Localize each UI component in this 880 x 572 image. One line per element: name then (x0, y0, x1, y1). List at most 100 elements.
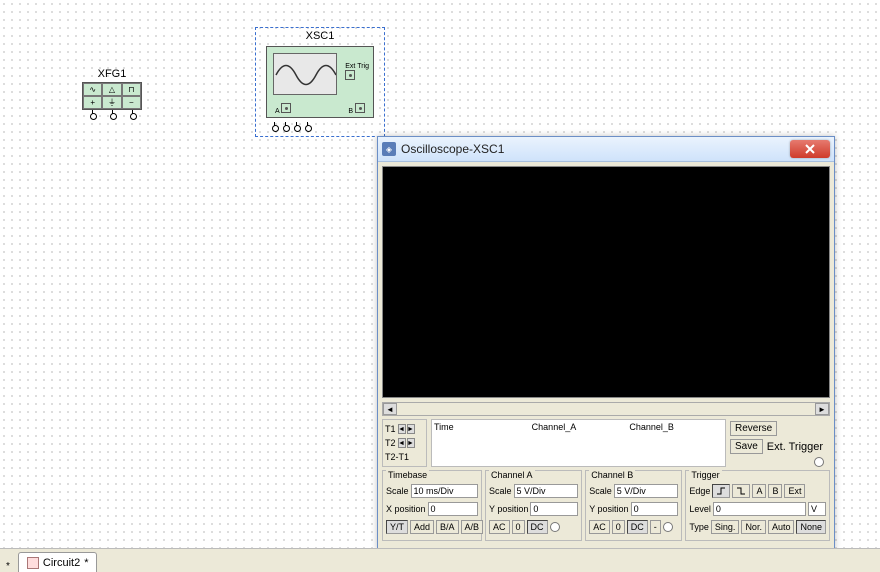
col-time: Time (432, 420, 530, 466)
xfg-pin-3[interactable] (132, 110, 133, 116)
cha-0-button[interactable]: 0 (512, 520, 525, 534)
port-b-label: B (348, 108, 353, 115)
circuit-tab-icon (27, 557, 39, 569)
chb-scale-label: Scale (589, 486, 612, 496)
xfg-neg-icon: − (122, 96, 141, 109)
close-button[interactable] (790, 140, 830, 158)
xfg-pin-2[interactable] (112, 110, 113, 116)
chb-ypos-label: Y position (589, 504, 628, 514)
tb-ba-button[interactable]: B/A (436, 520, 459, 534)
xsc-pin-a2[interactable] (285, 122, 286, 128)
xsc-pin-b1[interactable] (296, 122, 297, 128)
t1-left-button[interactable]: ◄ (398, 424, 406, 434)
tb-scale-field[interactable]: 10 ms/Div (411, 484, 478, 498)
t1-right-button[interactable]: ► (407, 424, 415, 434)
cha-scale-field[interactable]: 5 V/Div (514, 484, 579, 498)
xsc-pin-a1[interactable] (274, 122, 275, 128)
tb-xpos-field[interactable]: 0 (428, 502, 478, 516)
xfg-square-icon: ⊓ (122, 83, 141, 96)
edge-falling-button[interactable] (732, 484, 750, 498)
cha-scale-label: Scale (489, 486, 512, 496)
edge-rising-button[interactable] (712, 484, 730, 498)
reverse-button[interactable]: Reverse (730, 421, 777, 436)
save-button[interactable]: Save (730, 439, 763, 454)
cha-dc-button[interactable]: DC (527, 520, 548, 534)
trig-auto-button[interactable]: Auto (768, 520, 795, 534)
footer-tab-bar: * Circuit2 * (0, 548, 880, 572)
chb-ac-button[interactable]: AC (589, 520, 610, 534)
port-a-label: A (275, 108, 279, 115)
chb-radio[interactable] (663, 522, 673, 532)
trig-type-label: Type (689, 522, 709, 532)
trig-a-button[interactable]: A (752, 484, 766, 498)
component-xfg1[interactable]: XFG1 ∿ △ ⊓ + ⏚ − (82, 68, 142, 116)
xfg1-label: XFG1 (82, 68, 142, 80)
trig-level-field[interactable]: 0 (713, 502, 806, 516)
window-title: Oscilloscope-XSC1 (401, 142, 790, 156)
scroll-right-button[interactable]: ► (815, 403, 829, 415)
trig-ext-button[interactable]: Ext (784, 484, 805, 498)
trig-level-label: Level (689, 504, 711, 514)
xfg1-body[interactable]: ∿ △ ⊓ + ⏚ − (82, 82, 142, 110)
t1-label: T1 (385, 424, 396, 434)
titlebar[interactable]: ◈ Oscilloscope-XSC1 (378, 137, 834, 162)
trig-sing-button[interactable]: Sing. (711, 520, 740, 534)
timebase-group: Timebase Scale 10 ms/Div X position 0 Y/… (382, 470, 482, 541)
xsc1-body[interactable]: Ext Trig A B (266, 46, 374, 118)
xfg-pos-icon: + (83, 96, 102, 109)
trig-none-button[interactable]: None (796, 520, 826, 534)
ext-trig-label: Ext Trig (345, 63, 369, 70)
xsc1-screen (273, 53, 337, 95)
tb-xpos-label: X position (386, 504, 426, 514)
close-icon (805, 144, 815, 154)
ext-trigger-radio[interactable] (814, 457, 824, 467)
tab-dirty-mark-left: * (6, 561, 10, 572)
trigger-group: Trigger Edge A B Ext Level 0 V Type (685, 470, 830, 541)
chb-0-button[interactable]: 0 (612, 520, 625, 534)
value-box: Time Channel_A Channel_B (431, 419, 726, 467)
t2-right-button[interactable]: ► (407, 438, 415, 448)
horizontal-scrollbar[interactable]: ◄ ► (382, 402, 830, 416)
col-channel-b: Channel_B (627, 420, 725, 466)
timebase-title: Timebase (386, 470, 429, 480)
cha-title: Channel A (489, 470, 535, 480)
component-xsc1-selection[interactable]: XSC1 Ext Trig A B (255, 27, 385, 137)
chb-ypos-field[interactable]: 0 (631, 502, 679, 516)
cha-ypos-field[interactable]: 0 (530, 502, 578, 516)
sine-wave-icon (274, 54, 337, 95)
xfg-triangle-icon: △ (102, 83, 121, 96)
cha-ypos-label: Y position (489, 504, 528, 514)
tb-ab-button[interactable]: A/B (461, 520, 484, 534)
tb-yt-button[interactable]: Y/T (386, 520, 408, 534)
chb-minus-button[interactable]: - (650, 520, 661, 534)
cursor-box: T1 ◄ ► T2 ◄ ► T2-T1 (382, 419, 427, 467)
chb-scale-field[interactable]: 5 V/Div (614, 484, 679, 498)
chb-dc-button[interactable]: DC (627, 520, 648, 534)
controls-row: Timebase Scale 10 ms/Div X position 0 Y/… (382, 470, 830, 541)
t2-left-button[interactable]: ◄ (398, 438, 406, 448)
tab-circuit2[interactable]: Circuit2 * (18, 552, 98, 572)
t2t1-label: T2-T1 (385, 452, 409, 462)
cha-ac-button[interactable]: AC (489, 520, 510, 534)
tab-label: Circuit2 (43, 557, 80, 569)
oscilloscope-window[interactable]: ◈ Oscilloscope-XSC1 ◄ ► T1 ◄ ► T2 ◄ ► (377, 136, 835, 550)
port-b[interactable] (355, 103, 365, 113)
readout-row: T1 ◄ ► T2 ◄ ► T2-T1 Time Channel_A Chann… (382, 419, 830, 467)
xfg-pin-1[interactable] (92, 110, 93, 116)
scope-display[interactable] (382, 166, 830, 398)
port-a[interactable] (281, 103, 291, 113)
chb-title: Channel B (589, 470, 635, 480)
xfg-com-icon: ⏚ (102, 96, 121, 109)
tb-add-button[interactable]: Add (410, 520, 434, 534)
scroll-left-button[interactable]: ◄ (383, 403, 397, 415)
window-icon: ◈ (382, 142, 396, 156)
t2-label: T2 (385, 438, 396, 448)
trig-level-unit[interactable]: V (808, 502, 826, 516)
xsc-pin-b2[interactable] (307, 122, 308, 128)
col-channel-a: Channel_A (530, 420, 628, 466)
xsc1-label: XSC1 (256, 30, 384, 42)
trig-nor-button[interactable]: Nor. (741, 520, 766, 534)
trig-b-button[interactable]: B (768, 484, 782, 498)
ext-trig-port[interactable] (345, 70, 355, 80)
cha-radio[interactable] (550, 522, 560, 532)
